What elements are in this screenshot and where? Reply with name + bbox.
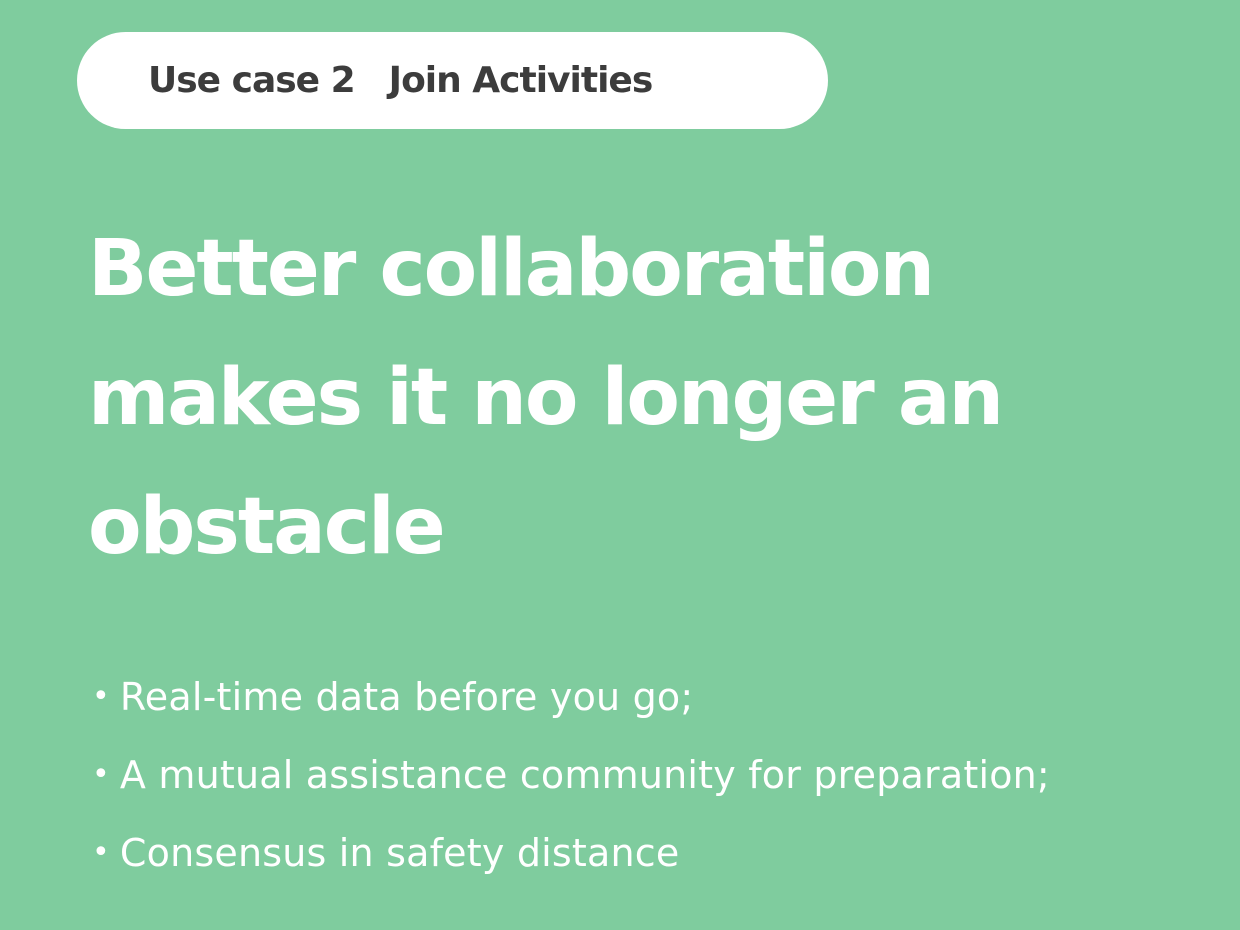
headline: Better collaboration makes it no longer … (88, 205, 1208, 592)
use-case-title: Join Activities (388, 60, 654, 101)
bullet-dot-icon: • (92, 757, 110, 792)
list-item: • Real-time data before you go; (92, 658, 1050, 736)
bullet-dot-icon: • (92, 679, 110, 714)
headline-line: obstacle (88, 482, 446, 572)
headline-line: Better collaboration (88, 224, 935, 314)
list-item: • Consensus in safety distance (92, 814, 1050, 892)
list-item: • A mutual assistance community for prep… (92, 736, 1050, 814)
list-item-text: Real-time data before you go; (119, 675, 694, 719)
use-case-tag: Use case 2 Join Activities (77, 32, 828, 129)
use-case-number: Use case 2 (148, 60, 356, 101)
bullet-dot-icon: • (92, 835, 110, 870)
bullet-list: • Real-time data before you go; • A mutu… (92, 658, 1050, 892)
list-item-text: A mutual assistance community for prepar… (119, 753, 1050, 797)
headline-line: makes it no longer an (88, 353, 1004, 443)
list-item-text: Consensus in safety distance (119, 831, 680, 875)
